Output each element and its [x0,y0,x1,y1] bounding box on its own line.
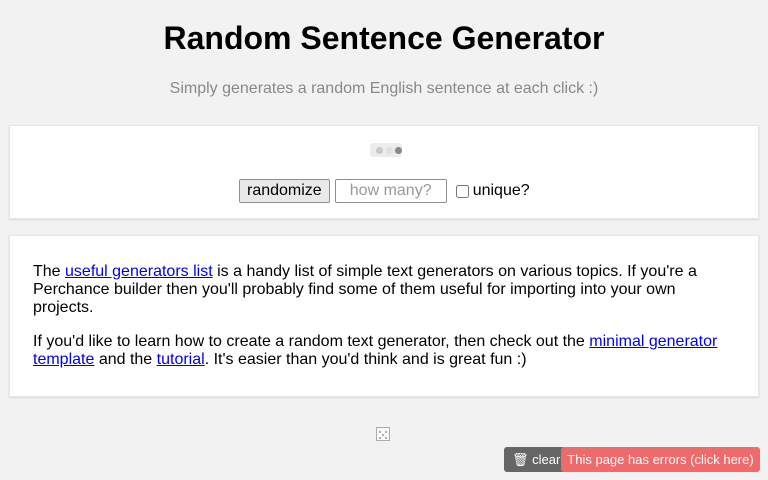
unique-label: unique? [472,182,530,199]
loading-dot [376,147,383,154]
clear-button[interactable]: 🗑 clear [504,447,569,472]
dice-icon[interactable] [376,427,390,441]
tutorial-link[interactable]: tutorial [157,351,205,368]
info-text: The useful generators list is a handy li… [33,263,733,385]
generator-controls: randomize unique? [239,179,530,203]
info-paragraph: The useful generators list is a handy li… [33,263,733,317]
info-text-span: The [33,263,66,280]
info-paragraph: If you'd like to learn how to create a r… [33,333,733,369]
loading-dot [395,147,402,154]
errors-button[interactable]: This page has errors (click here) [561,447,760,472]
dice-icon-graphic [379,431,387,439]
info-text-span: . It's easier than you'd think and is gr… [204,351,527,368]
clear-label: clear [532,452,561,467]
generator-panel: randomize unique? [9,125,759,219]
loading-indicator [370,143,402,157]
info-text-span: and the [94,351,157,368]
page: Random Sentence Generator Simply generat… [0,0,768,480]
info-panel: The useful generators list is a handy li… [9,235,759,397]
loading-dot [386,147,393,154]
useful-generators-link[interactable]: useful generators list [65,263,213,280]
unique-checkbox[interactable] [455,184,469,198]
info-text-span: If you'd like to learn how to create a r… [33,333,590,350]
trash-icon: 🗑 [512,452,529,467]
page-title: Random Sentence Generator [163,20,605,56]
page-subtitle: Simply generates a random English senten… [169,80,599,97]
randomize-button[interactable]: randomize [239,179,330,203]
count-input[interactable] [334,179,447,203]
